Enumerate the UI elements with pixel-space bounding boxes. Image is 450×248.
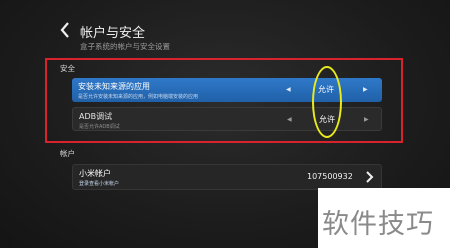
watermark-box: 软件技巧	[318, 188, 450, 248]
account-id-value: 107500932	[307, 172, 353, 181]
back-chevron-icon[interactable]	[58, 20, 72, 40]
annotation-yellow-ellipse	[312, 66, 342, 138]
setting-row-xiaomi-account[interactable]: 小米帐户 登录查看小米帐户 107500932	[72, 164, 382, 190]
setting-label: 小米帐户	[79, 169, 111, 178]
setting-description: 登录查看小米帐户	[79, 181, 120, 187]
annotation-red-rectangle	[45, 58, 403, 143]
page-title: 帐户与安全	[80, 26, 146, 41]
page-subtitle: 盒子系统的帐户与安全设置	[80, 42, 170, 51]
section-header-account: 帐户	[60, 149, 75, 158]
watermark-text: 软件技巧	[322, 209, 434, 240]
chevron-right-icon[interactable]	[364, 170, 374, 184]
